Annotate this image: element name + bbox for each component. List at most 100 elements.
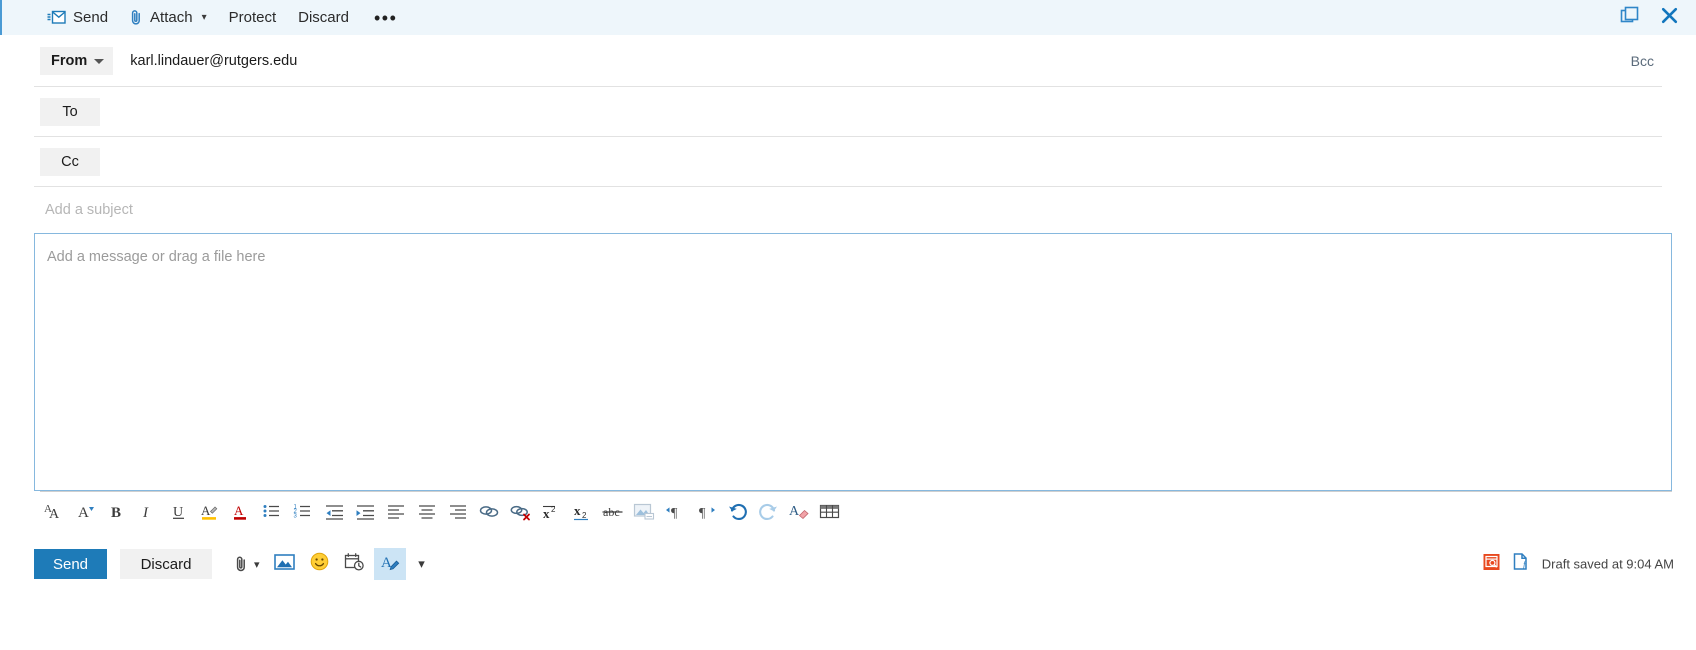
align-center-button[interactable]: [412, 499, 442, 529]
svg-text:A: A: [49, 507, 60, 521]
numbered-list-icon: 1 2 3: [293, 501, 313, 526]
file-addin-button[interactable]: f: [1513, 553, 1529, 576]
insert-link-icon: [478, 501, 500, 526]
clear-formatting-icon: A: [788, 501, 810, 526]
superscript-button[interactable]: x 2: [536, 499, 566, 529]
insert-picture-inline-button[interactable]: [269, 548, 301, 580]
close-button[interactable]: [1652, 3, 1686, 33]
to-button[interactable]: To: [40, 97, 100, 126]
underline-button[interactable]: U: [164, 499, 194, 529]
to-label: To: [62, 103, 78, 120]
decrease-indent-button[interactable]: [319, 499, 349, 529]
bulleted-list-icon: [262, 501, 282, 526]
emoji-button[interactable]: [304, 548, 336, 580]
bold-button[interactable]: B: [102, 499, 132, 529]
svg-text:x: x: [543, 506, 550, 521]
more-commands-button[interactable]: •••: [360, 0, 411, 35]
suggested-times-button[interactable]: [339, 548, 371, 580]
formatting-options-button[interactable]: A: [373, 548, 406, 580]
strikethrough-button[interactable]: abc: [598, 499, 628, 529]
discard-command[interactable]: Discard: [287, 0, 360, 35]
ellipsis-icon: •••: [374, 7, 398, 28]
svg-text:x: x: [574, 503, 581, 518]
bcc-toggle-link[interactable]: Bcc: [1631, 53, 1654, 69]
cc-row: Cc: [34, 137, 1662, 187]
remove-link-icon: [509, 501, 532, 526]
attach-command[interactable]: Attach ▾: [119, 0, 218, 35]
bold-icon: B: [108, 501, 126, 526]
message-body-placeholder: Add a message or drag a file here: [47, 249, 266, 265]
file-addin-icon: f: [1513, 553, 1529, 576]
cc-input[interactable]: [100, 137, 1662, 186]
from-address[interactable]: karl.lindauer@rutgers.edu: [130, 53, 297, 69]
pop-out-button[interactable]: [1612, 3, 1646, 33]
insert-picture-button[interactable]: [629, 499, 659, 529]
ltr-paragraph-icon: ¶: [665, 501, 685, 526]
send-mail-icon: [47, 10, 66, 25]
font-color-icon: A: [232, 501, 250, 526]
addin-button[interactable]: [1483, 553, 1500, 575]
svg-text:2: 2: [582, 511, 587, 520]
ltr-paragraph-button[interactable]: ¶: [660, 499, 690, 529]
paperclip-icon: [130, 9, 143, 26]
font-family-button[interactable]: A: [71, 499, 101, 529]
insert-table-icon: [819, 501, 841, 526]
subscript-icon: x 2: [572, 501, 592, 526]
font-size-button[interactable]: A A: [40, 499, 70, 529]
cc-button[interactable]: Cc: [40, 147, 100, 176]
attach-command-label: Attach: [150, 9, 193, 26]
message-body-wrapper: Add a message or drag a file here: [0, 233, 1696, 491]
status-area: f Draft saved at 9:04 AM: [1483, 553, 1674, 576]
from-row: From karl.lindauer@rutgers.edu Bcc: [34, 35, 1662, 87]
align-right-icon: [448, 501, 468, 526]
svg-text:¶: ¶: [671, 506, 678, 521]
clear-formatting-button[interactable]: A: [784, 499, 814, 529]
send-command-label: Send: [73, 9, 109, 26]
italic-button[interactable]: I: [133, 499, 163, 529]
insert-table-button[interactable]: [815, 499, 845, 529]
pop-out-icon: [1620, 6, 1639, 30]
increase-indent-button[interactable]: [350, 499, 380, 529]
attach-file-icon: [228, 548, 254, 580]
rtl-paragraph-button[interactable]: ¶: [691, 499, 721, 529]
svg-text:A: A: [78, 505, 89, 521]
cc-label: Cc: [61, 153, 79, 170]
emoji-icon: [310, 552, 329, 576]
svg-text:3: 3: [294, 514, 298, 520]
numbered-list-button[interactable]: 1 2 3: [288, 499, 318, 529]
font-size-icon: A A: [44, 501, 66, 526]
from-selector-button[interactable]: From: [40, 46, 114, 75]
protect-command[interactable]: Protect: [218, 0, 288, 35]
formatting-toolbar: A A A B I U A A 1 2 3 x 2 x 2 abc ¶ ¶ A: [40, 491, 1672, 535]
font-color-button[interactable]: A: [226, 499, 256, 529]
send-button[interactable]: Send: [34, 549, 107, 579]
redo-icon: [758, 501, 779, 526]
svg-text:A: A: [234, 503, 244, 518]
undo-button[interactable]: [722, 499, 752, 529]
chevron-down-icon: ▾: [254, 558, 260, 571]
draft-saved-status: Draft saved at 9:04 AM: [1541, 556, 1674, 572]
chevron-down-icon: [94, 59, 105, 64]
remove-link-button[interactable]: [505, 499, 535, 529]
align-left-button[interactable]: [381, 499, 411, 529]
to-row: To: [34, 87, 1662, 137]
highlight-button[interactable]: A: [195, 499, 225, 529]
attach-file-button[interactable]: ▾: [226, 548, 266, 580]
poll-calendar-icon: [344, 552, 365, 577]
subject-row[interactable]: Add a subject: [34, 187, 1662, 233]
message-body-input[interactable]: Add a message or drag a file here: [34, 233, 1672, 491]
svg-text:¶: ¶: [699, 506, 706, 521]
to-input[interactable]: [100, 87, 1662, 136]
align-right-button[interactable]: [443, 499, 473, 529]
formatting-options-icon: A: [380, 552, 400, 577]
discard-button[interactable]: Discard: [120, 549, 212, 579]
italic-icon: I: [139, 501, 157, 526]
bulleted-list-button[interactable]: [257, 499, 287, 529]
redo-button[interactable]: [753, 499, 783, 529]
chevron-down-icon: ▾: [201, 12, 207, 23]
send-command[interactable]: Send: [36, 0, 119, 35]
insert-link-button[interactable]: [474, 499, 504, 529]
addin-icon: [1483, 553, 1500, 575]
subscript-button[interactable]: x 2: [567, 499, 597, 529]
more-options-button[interactable]: ▾: [409, 548, 435, 580]
